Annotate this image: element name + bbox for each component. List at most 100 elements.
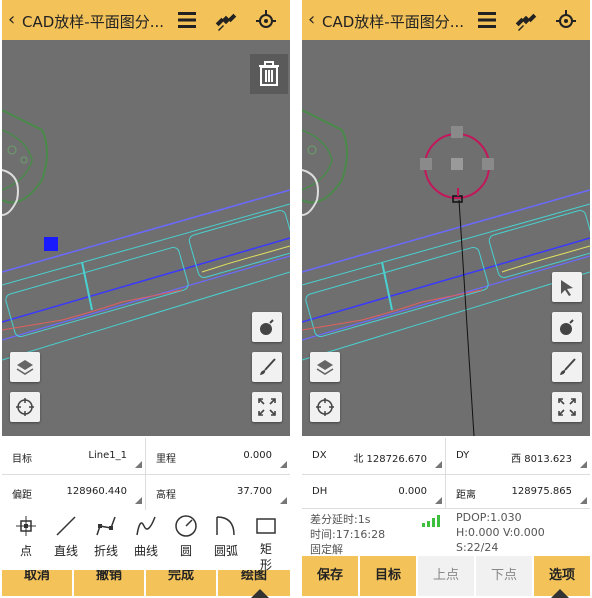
tool-line[interactable]: 直线 — [46, 510, 86, 570]
tool-label: 点 — [19, 544, 32, 558]
page-title: CAD放样-平面图分... — [322, 13, 465, 31]
field-distance[interactable]: 距离 128975.865 — [446, 474, 590, 510]
corner-indicator-icon — [280, 497, 287, 504]
brush-icon[interactable] — [252, 352, 282, 382]
tool-arc[interactable]: 圆弧 — [206, 510, 246, 570]
tool-curve[interactable]: 曲线 — [126, 510, 166, 570]
target-icon[interactable] — [310, 392, 340, 422]
field-value: 128960.440 — [66, 486, 127, 497]
tool-label: 圆 — [179, 544, 192, 558]
field-label: 距离 — [456, 490, 476, 501]
tool-label: 曲线 — [133, 544, 158, 558]
field-label: 偏距 — [12, 490, 32, 501]
gps-status: 差分延时:1s 时间:17:16:28 固定解 PDOP:1.030 H:0.0… — [302, 508, 590, 556]
bomb-icon[interactable] — [252, 312, 282, 342]
field-mileage[interactable]: 里程 0.000 — [146, 438, 290, 474]
fullscreen-icon[interactable] — [552, 392, 582, 422]
tool-label: 圆弧 — [213, 544, 238, 558]
field-dh[interactable]: DH 0.000 — [302, 474, 446, 510]
draw-toolbar: 点 直线 折线 曲线 圆 圆弧 矩 形 — [2, 510, 290, 572]
field-value: 北 128726.670 — [353, 454, 427, 465]
cad-canvas[interactable] — [302, 40, 590, 436]
corner-indicator-icon — [435, 497, 442, 504]
circle-icon — [175, 515, 197, 537]
rectangle-icon — [256, 518, 276, 534]
field-value: 0.000 — [243, 450, 272, 461]
line-icon — [56, 516, 76, 536]
cad-drawing — [302, 109, 590, 436]
page-title: CAD放样-平面图分... — [22, 13, 165, 31]
field-value: 37.700 — [237, 486, 272, 497]
target-crosshair — [420, 126, 494, 203]
tool-circle[interactable]: 圆 — [166, 510, 206, 570]
tool-label: 折线 — [93, 544, 118, 558]
field-value: Line1_1 — [88, 450, 127, 461]
tool-label: 直线 — [53, 544, 78, 558]
cad-canvas[interactable] — [2, 40, 290, 436]
layers-icon[interactable] — [10, 352, 40, 382]
locate-icon[interactable] — [554, 8, 578, 32]
target-icon[interactable] — [10, 392, 40, 422]
field-value: 0.000 — [398, 486, 427, 497]
previous-point-button[interactable]: 上点 — [418, 556, 474, 596]
tool-rectangle[interactable]: 矩 形 — [246, 510, 286, 572]
layers-icon[interactable] — [310, 352, 340, 382]
field-elevation[interactable]: 高程 37.700 — [146, 474, 290, 510]
cad-stakeout-screen-navigate: ‹ CAD放样-平面图分... DX 北 128726.670 DY 西 801… — [302, 0, 590, 598]
bomb-icon[interactable] — [552, 312, 582, 342]
bottom-action-bar: 保存 目标 上点 下点 选项 — [302, 556, 590, 598]
field-target[interactable]: 目标 Line1_1 — [2, 438, 146, 474]
field-dx[interactable]: DX 北 128726.670 — [302, 438, 446, 474]
corner-indicator-icon — [135, 461, 142, 468]
back-icon[interactable]: ‹ — [8, 9, 15, 30]
tool-label: 矩 — [259, 542, 272, 556]
brush-icon[interactable] — [552, 352, 582, 382]
cad-stakeout-screen-draw: ‹ CAD放样-平面图分... 目标 Line1_1 里程 0.000 偏距 1… — [2, 0, 290, 598]
target-button[interactable]: 目标 — [360, 556, 416, 596]
cursor-icon[interactable] — [552, 272, 582, 302]
tool-point[interactable]: 点 — [6, 510, 46, 570]
satellite-icon[interactable] — [514, 8, 538, 32]
field-label: 高程 — [156, 490, 176, 501]
corner-indicator-icon — [580, 497, 587, 504]
next-point-button[interactable]: 下点 — [476, 556, 532, 596]
satellite-icon[interactable] — [214, 8, 238, 32]
save-button[interactable]: 保存 — [302, 556, 358, 596]
delete-icon[interactable] — [250, 54, 288, 94]
app-bar: ‹ CAD放样-平面图分... — [2, 0, 290, 40]
field-label: 里程 — [156, 454, 176, 465]
field-label: DH — [312, 486, 328, 497]
satellite-count: S:22/24 — [456, 541, 499, 554]
pointer-indicator-icon — [551, 589, 569, 598]
h-v-precision: H:0.000 V:0.000 — [456, 526, 545, 539]
corner-indicator-icon — [280, 461, 287, 468]
gps-time: 时间:17:16:28 — [310, 528, 386, 541]
cad-drawing — [2, 109, 290, 361]
app-bar: ‹ CAD放样-平面图分... — [302, 0, 590, 40]
polyline-icon — [96, 516, 116, 536]
field-label: 目标 — [12, 454, 32, 465]
back-icon[interactable]: ‹ — [308, 9, 315, 30]
signal-strength-icon — [422, 512, 442, 527]
corner-indicator-icon — [435, 461, 442, 468]
tool-polyline[interactable]: 折线 — [86, 510, 126, 570]
arc-icon — [216, 516, 235, 536]
menu-icon[interactable] — [475, 8, 499, 32]
field-value: 128975.865 — [511, 486, 572, 497]
curve-icon — [136, 516, 156, 536]
field-offset[interactable]: 偏距 128960.440 — [2, 474, 146, 510]
tool-label: 形 — [259, 558, 272, 572]
selected-point[interactable] — [44, 237, 58, 251]
menu-icon[interactable] — [175, 8, 199, 32]
divider — [302, 508, 590, 509]
field-dy[interactable]: DY 西 8013.623 — [446, 438, 590, 474]
locate-icon[interactable] — [254, 8, 278, 32]
pointer-indicator-icon — [251, 589, 269, 598]
corner-indicator-icon — [580, 461, 587, 468]
field-label: DX — [312, 450, 327, 461]
diff-delay: 差分延时:1s — [310, 513, 371, 526]
point-icon — [16, 516, 36, 536]
solution-status: 固定解 — [310, 543, 343, 556]
corner-indicator-icon — [135, 497, 142, 504]
fullscreen-icon[interactable] — [252, 392, 282, 422]
